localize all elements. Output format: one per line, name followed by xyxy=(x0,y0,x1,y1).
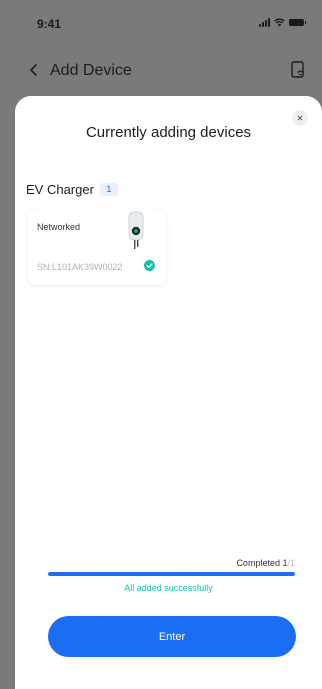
adding-devices-sheet: Currently adding devices EV Charger 1 Ne… xyxy=(15,96,322,689)
progress-prefix: Completed xyxy=(236,558,283,568)
status-icons xyxy=(259,18,306,27)
page-title: Add Device xyxy=(50,62,132,79)
close-icon xyxy=(297,115,303,121)
cellular-signal-icon xyxy=(259,18,270,27)
back-arrow-icon[interactable] xyxy=(26,60,42,80)
progress-fill xyxy=(48,572,295,576)
device-count-badge: 1 xyxy=(99,183,118,196)
sheet-title: Currently adding devices xyxy=(85,124,252,141)
wifi-icon xyxy=(274,18,285,27)
nav-bar: Add Device xyxy=(0,54,322,90)
device-card[interactable]: Networked SN:L101AK39W0022 xyxy=(28,209,166,285)
device-serial: SN:L101AK39W0022 xyxy=(37,262,123,272)
device-scan-icon[interactable] xyxy=(289,60,307,80)
ev-charger-image xyxy=(128,211,144,249)
status-time: 9:41 xyxy=(37,17,62,31)
device-group-label: EV Charger xyxy=(26,182,94,197)
device-group-header: EV Charger 1 xyxy=(26,182,118,197)
battery-icon xyxy=(289,19,306,26)
status-bar: 9:41 xyxy=(0,0,322,48)
progress-label: Completed 1/1 xyxy=(236,558,295,568)
progress-status: All added successfully xyxy=(124,583,213,593)
check-circle-icon xyxy=(144,260,155,271)
progress-bar xyxy=(48,572,295,576)
progress-total: /1 xyxy=(287,558,295,568)
enter-button[interactable]: Enter xyxy=(48,616,296,657)
device-state: Networked xyxy=(37,222,81,232)
